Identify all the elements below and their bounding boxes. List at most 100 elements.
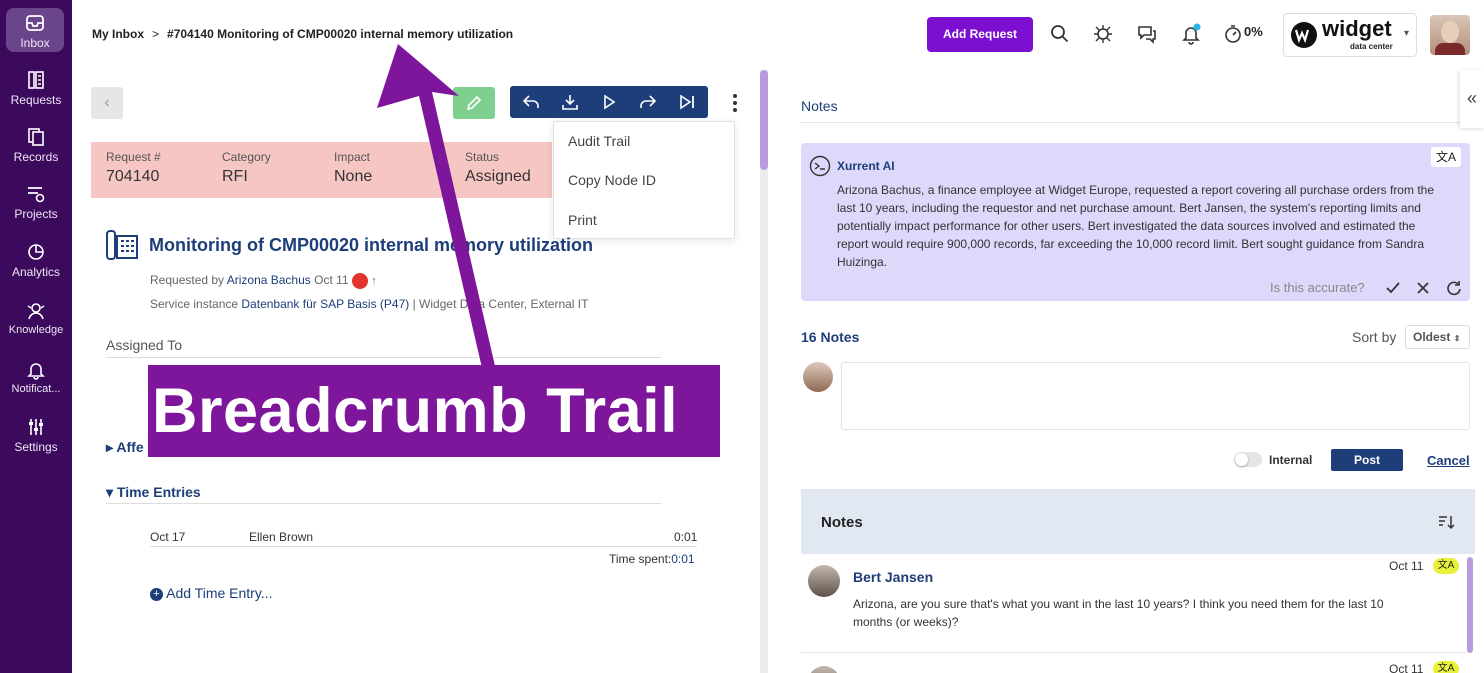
settings-icon: [29, 419, 43, 435]
search-icon[interactable]: [1049, 23, 1071, 45]
select-caret-icon: ⇕: [1453, 334, 1461, 343]
field-value: RFI: [222, 168, 248, 185]
ai-name: Xurrent AI: [837, 159, 895, 173]
refresh-icon[interactable]: [1446, 280, 1462, 296]
inbox-icon: [26, 15, 44, 31]
sidebar-item-label: Requests: [10, 93, 62, 107]
sidebar-item-projects[interactable]: Projects: [0, 184, 72, 221]
note-author-avatar: [808, 666, 840, 673]
sidebar-item-settings[interactable]: Settings: [0, 417, 72, 454]
analytics-icon: [28, 244, 44, 260]
service-instance-link[interactable]: Datenbank für SAP Basis (P47): [241, 297, 409, 311]
ai-summary-card: Xurrent AI 文A Arizona Bachus, a finance …: [801, 143, 1470, 301]
translate-icon[interactable]: 文A: [1431, 147, 1461, 167]
angry-face-icon: [351, 273, 368, 289]
time-entry-person[interactable]: Ellen Brown: [249, 530, 313, 544]
sidebar-item-label: Knowledge: [8, 324, 64, 336]
time-spent-label: Time spent:: [609, 552, 672, 566]
divider: [801, 652, 1469, 653]
annotation-banner: Breadcrumb Trail: [148, 365, 720, 457]
double-chevron-left-icon: «: [1466, 88, 1477, 108]
notes-list-header: Notes: [801, 489, 1475, 554]
note-input[interactable]: [841, 362, 1470, 430]
phone-icon: [106, 230, 138, 260]
timer-icon[interactable]: [1222, 23, 1244, 45]
breadcrumb: My Inbox > #704140 Monitoring of CMP00020 …: [92, 27, 513, 41]
field-value: 704140: [106, 168, 160, 185]
notification-bell-icon[interactable]: [1180, 23, 1202, 45]
affected-section-label: Affe: [116, 439, 144, 455]
cancel-link[interactable]: Cancel: [1427, 453, 1470, 468]
note-body: Arizona, are you sure that's what you wa…: [853, 597, 1384, 629]
sidebar-item-requests[interactable]: Requests: [0, 70, 72, 107]
add-request-button[interactable]: Add Request: [927, 17, 1033, 52]
field-label: Category: [222, 150, 271, 164]
requested-date: Oct 11: [314, 273, 349, 288]
note-author[interactable]: Bert Jansen: [853, 569, 933, 585]
edit-button[interactable]: [453, 87, 495, 119]
sort-order-icon[interactable]: [1437, 513, 1455, 531]
sidebar-item-label: Projects: [14, 207, 58, 221]
requester-link[interactable]: Arizona Bachus: [227, 273, 311, 287]
affected-section-toggle[interactable]: ▸ Affe: [106, 439, 144, 456]
category-field: Category RFI: [222, 150, 271, 186]
translate-icon[interactable]: 文A: [1433, 661, 1459, 673]
user-avatar[interactable]: [1430, 15, 1470, 55]
action-toolbar: [510, 86, 708, 118]
check-icon[interactable]: [1385, 280, 1401, 296]
time-entries-toggle[interactable]: ▾ Time Entries: [106, 484, 201, 501]
chat-icon[interactable]: [1136, 23, 1158, 45]
internal-toggle[interactable]: [1234, 452, 1262, 467]
translate-icon[interactable]: 文A: [1433, 558, 1459, 574]
sidebar-item-notifications[interactable]: Notificat...: [0, 360, 72, 395]
account-switcher[interactable]: widget data center ▾: [1283, 13, 1417, 57]
more-options-icon[interactable]: [729, 92, 741, 114]
ai-sparkle-icon[interactable]: [1092, 23, 1114, 45]
field-label: Status: [465, 150, 500, 164]
divider: [106, 357, 661, 358]
collapse-panel-button[interactable]: «: [1460, 70, 1484, 128]
close-icon[interactable]: [1415, 280, 1431, 296]
time-spent: Time spent:0:01: [609, 552, 695, 566]
accuracy-question: Is this accurate?: [1270, 280, 1365, 295]
breadcrumb-root[interactable]: My Inbox: [92, 27, 144, 41]
status-field: Status Assigned: [465, 150, 531, 186]
menu-item-print[interactable]: Print: [568, 212, 597, 228]
sidebar-item-knowledge[interactable]: Knowledge: [0, 301, 72, 336]
annotation-label: Breadcrumb Trail: [152, 376, 679, 446]
current-user-avatar: [803, 362, 833, 392]
back-button[interactable]: ‹: [91, 87, 123, 119]
brand-name: widget: [1322, 16, 1392, 41]
menu-item-copy-node-id[interactable]: Copy Node ID: [568, 172, 656, 188]
skip-forward-icon[interactable]: [677, 92, 697, 112]
download-icon[interactable]: [560, 92, 580, 112]
scrollbar-thumb[interactable]: [760, 70, 768, 170]
sidebar-item-records[interactable]: Records: [0, 127, 72, 164]
sidebar-item-label: Settings: [14, 440, 58, 454]
sidebar-item-inbox[interactable]: Inbox: [6, 8, 64, 52]
notes-count: 16 Notes: [801, 329, 860, 345]
note-highlight-bar: [1467, 557, 1473, 653]
menu-item-audit-trail[interactable]: Audit Trail: [568, 133, 630, 149]
ai-summary-text: Arizona Bachus, a finance employee at Wi…: [837, 183, 1434, 269]
time-entry-date: Oct 17: [150, 530, 186, 544]
reply-icon[interactable]: [521, 92, 541, 112]
forward-icon[interactable]: [638, 92, 658, 112]
service-instance-label: Service instance: [150, 297, 239, 311]
plus-circle-icon: +: [150, 587, 163, 601]
sidebar-item-label: Notificat...: [11, 383, 61, 395]
divider: [150, 546, 697, 547]
breadcrumb-current: #704140 Monitoring of CMP00020 internal …: [167, 27, 514, 41]
time-entry-amount[interactable]: 0:01: [674, 530, 697, 544]
add-time-entry-label: Add Time Entry...: [166, 585, 273, 601]
play-icon[interactable]: [599, 92, 619, 112]
sort-select[interactable]: Oldest ⇕: [1405, 325, 1470, 349]
post-button[interactable]: Post: [1331, 449, 1403, 471]
add-time-entry-link[interactable]: + Add Time Entry...: [150, 585, 272, 601]
impact-field: Impact None: [334, 150, 372, 186]
requested-by-label: Requested by: [150, 273, 225, 288]
assigned-to-heading: Assigned To: [106, 337, 183, 353]
knowledge-icon: [27, 303, 45, 320]
sidebar-item-analytics[interactable]: Analytics: [0, 242, 72, 279]
note-author-avatar: [808, 565, 840, 597]
